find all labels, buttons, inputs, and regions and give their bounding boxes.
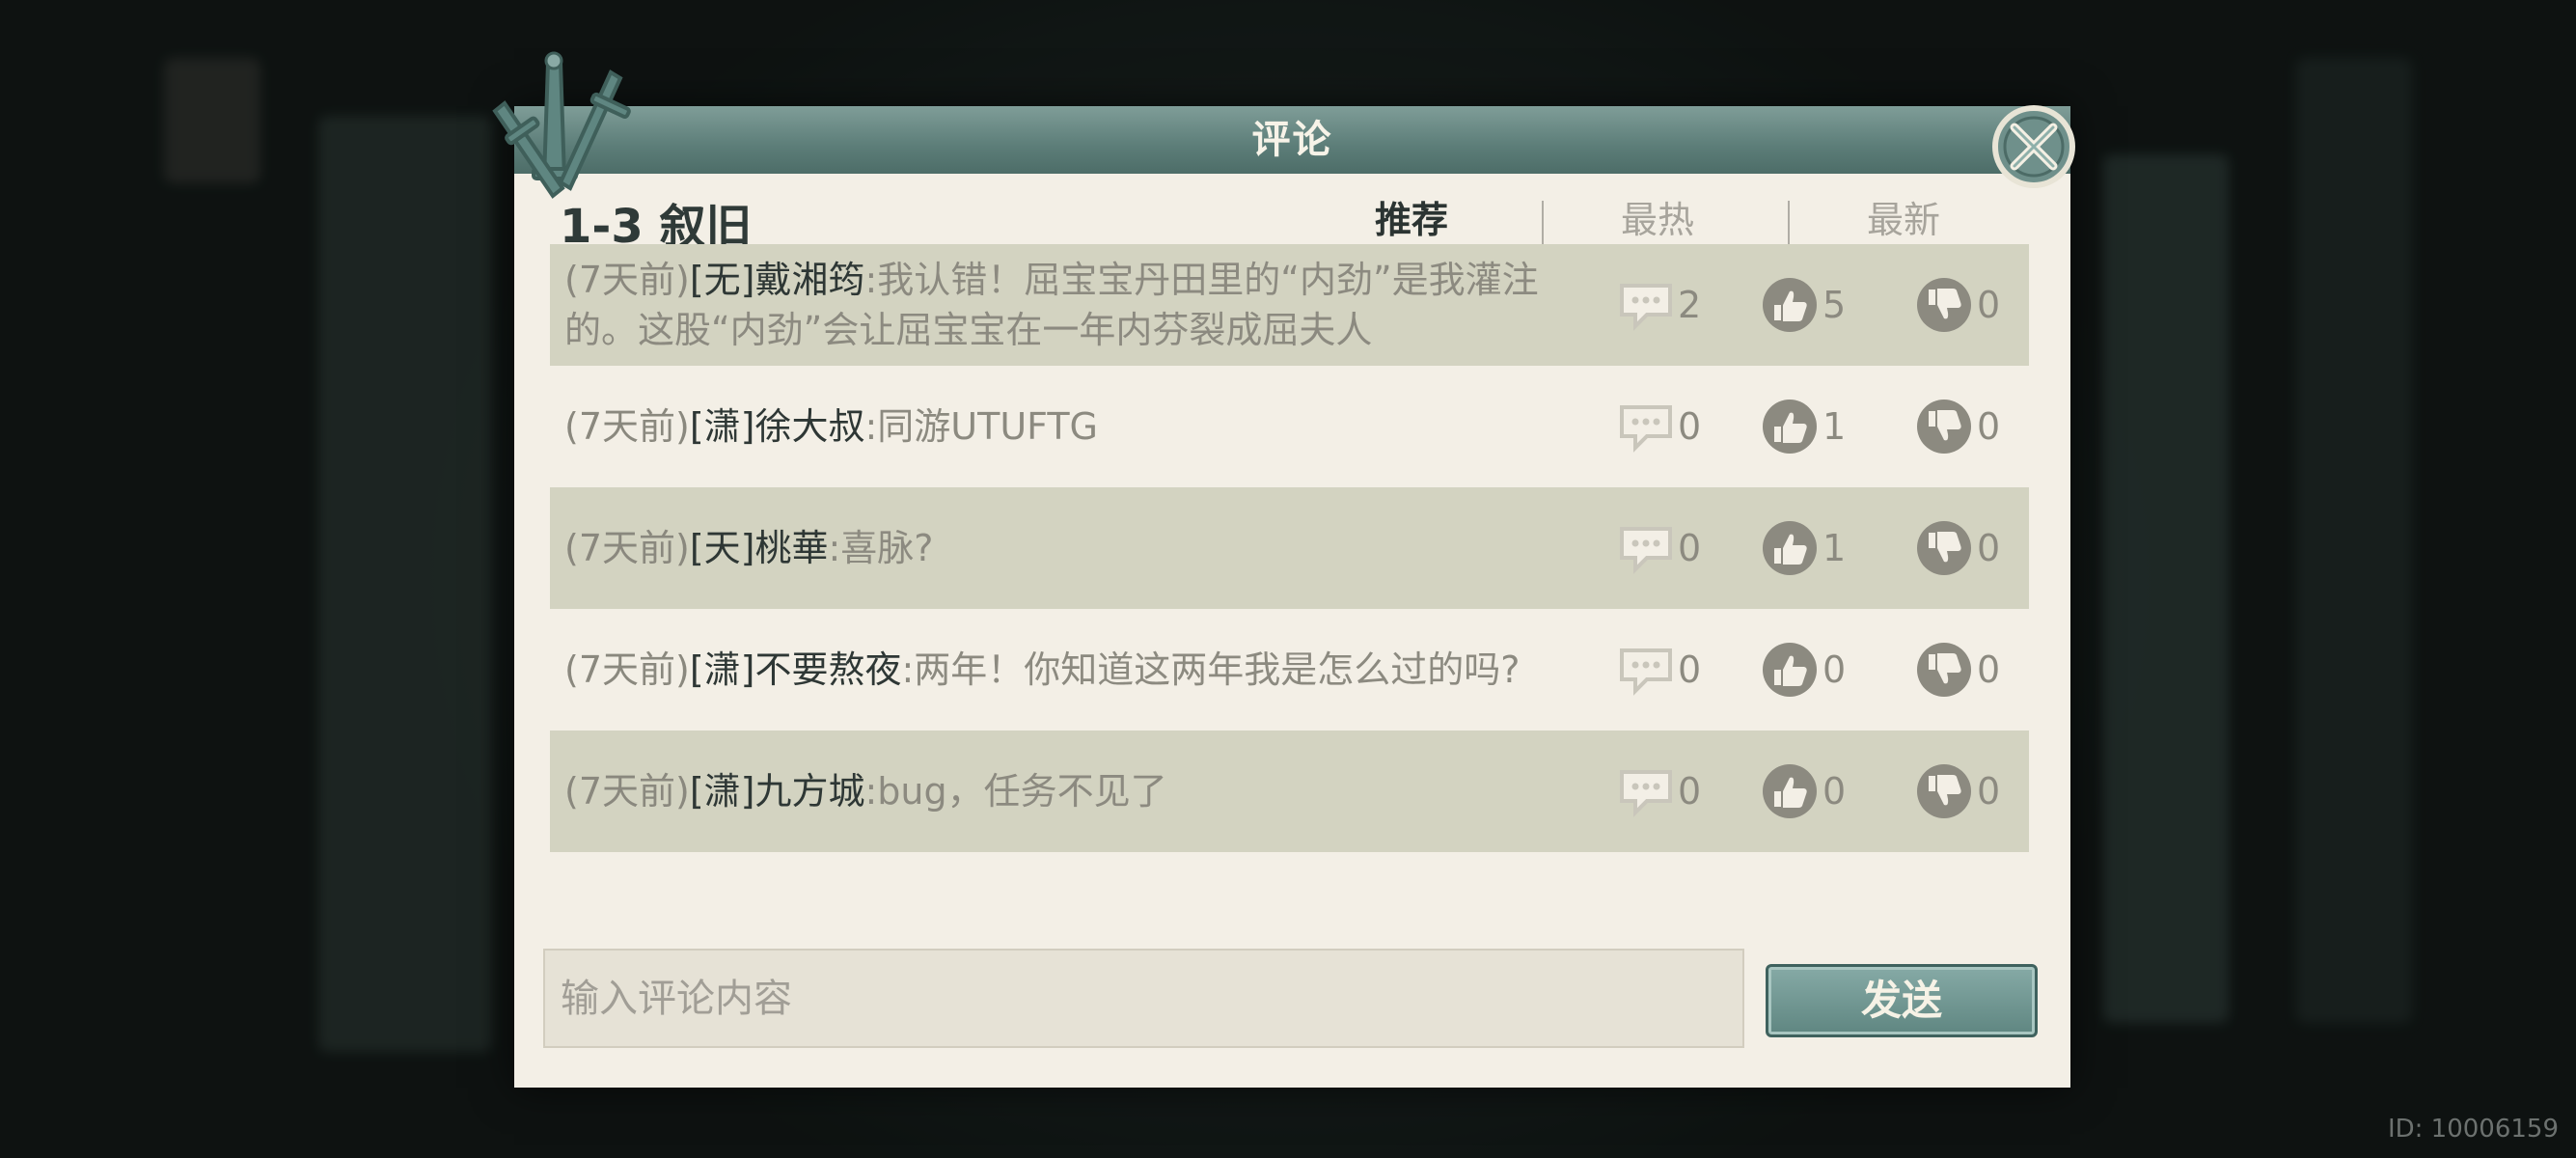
comment-row: (7天前)[天]桃華:喜脉? 0 1 0 [550,487,2029,609]
reply-button[interactable]: 0 [1616,519,1701,577]
dislike-button[interactable]: 0 [1915,641,2000,699]
comment-time: (7天前) [564,405,690,448]
like-button[interactable]: 1 [1761,398,1846,455]
speech-bubble-icon [1620,284,1672,331]
comment-time: (7天前) [564,648,690,691]
comment-user[interactable]: [潇]不要熬夜 [690,648,902,691]
comment-body: :喜脉? [828,527,934,569]
like-count: 1 [1822,527,1847,569]
reply-count: 0 [1678,648,1702,691]
speech-bubble-icon [1620,405,1672,453]
reply-count: 0 [1678,527,1702,569]
thumbs-down-icon [1917,278,1971,332]
thumbs-up-icon [1763,400,1817,454]
dialog-title: 评论 [1251,118,1333,162]
dislike-count: 0 [1977,770,2001,813]
like-button[interactable]: 0 [1761,762,1846,820]
close-x-icon[interactable] [1986,96,2082,193]
speech-bubble-icon [1620,527,1672,574]
comment-text: (7天前)[潇]九方城:bug，任务不见了 [564,731,1587,852]
dislike-count: 0 [1977,648,2001,691]
comment-text: (7天前)[潇]不要熬夜:两年！你知道这两年我是怎么过的吗? [564,609,1587,731]
thumbs-up-icon [1763,521,1817,575]
comment-row: (7天前)[无]戴湘筠:我认错！屈宝宝丹田里的“内劲”是我灌注的。这股“内劲”会… [550,244,2029,366]
comment-row: (7天前)[潇]九方城:bug，任务不见了 0 0 0 [550,731,2029,852]
thumbs-up-icon [1763,278,1817,332]
comment-time: (7天前) [564,770,690,813]
reply-button[interactable]: 0 [1616,398,1701,455]
comment-user[interactable]: [天]桃華 [690,527,829,569]
sort-tabs: 推荐 最热 最新 [1296,191,2039,249]
tab-recommended[interactable]: 推荐 [1296,191,1527,249]
like-count: 0 [1822,770,1847,813]
comment-list: (7天前)[无]戴湘筠:我认错！屈宝宝丹田里的“内劲”是我灌注的。这股“内劲”会… [550,244,2029,852]
reply-button[interactable]: 2 [1616,276,1701,334]
thumbs-up-icon [1763,764,1817,818]
thumbs-down-icon [1917,643,1971,697]
like-count: 1 [1822,405,1847,448]
dislike-count: 0 [1977,527,2001,569]
thumbs-down-icon [1917,764,1971,818]
comment-text: (7天前)[潇]徐大叔:同游UTUFTG [564,366,1587,487]
dislike-button[interactable]: 0 [1915,276,2000,334]
comment-text: (7天前)[天]桃華:喜脉? [564,487,1587,609]
comment-body: :bug，任务不见了 [864,770,1167,813]
thumbs-up-icon [1763,643,1817,697]
send-button[interactable]: 发送 [1766,964,2038,1037]
comment-row: (7天前)[潇]不要熬夜:两年！你知道这两年我是怎么过的吗? 0 0 0 [550,609,2029,731]
tab-newest[interactable]: 最新 [1788,191,2019,249]
dislike-button[interactable]: 0 [1915,398,2000,455]
reply-button[interactable]: 0 [1616,641,1701,699]
dislike-button[interactable]: 0 [1915,762,2000,820]
speech-bubble-icon [1620,648,1672,696]
comment-user[interactable]: [无]戴湘筠 [690,259,865,301]
dislike-count: 0 [1977,405,2001,448]
comment-time: (7天前) [564,259,690,301]
thumbs-down-icon [1917,400,1971,454]
like-button[interactable]: 1 [1761,519,1846,577]
comment-user[interactable]: [潇]徐大叔 [690,405,865,448]
tab-hottest[interactable]: 最热 [1542,191,1773,249]
comment-text: (7天前)[无]戴湘筠:我认错！屈宝宝丹田里的“内劲”是我灌注的。这股“内劲”会… [564,244,1587,366]
comment-time: (7天前) [564,527,690,569]
like-button[interactable]: 5 [1761,276,1846,334]
user-id-label: ID: 10006159 [2387,1115,2559,1144]
reply-count: 2 [1678,284,1702,326]
reply-button[interactable]: 0 [1616,762,1701,820]
comment-row: (7天前)[潇]徐大叔:同游UTUFTG 0 1 0 [550,366,2029,487]
reply-count: 0 [1678,770,1702,813]
comment-input[interactable] [543,949,1744,1048]
comment-user[interactable]: [潇]九方城 [690,770,865,813]
reply-count: 0 [1678,405,1702,448]
dislike-count: 0 [1977,284,2001,326]
comment-body: :两年！你知道这两年我是怎么过的吗? [901,648,1521,691]
like-count: 0 [1822,648,1847,691]
comment-body: :同游UTUFTG [864,405,1098,448]
like-button[interactable]: 0 [1761,641,1846,699]
like-count: 5 [1822,284,1847,326]
dislike-button[interactable]: 0 [1915,519,2000,577]
speech-bubble-icon [1620,770,1672,817]
comments-dialog: 评论 1-3 叙旧 推荐 最热 最新 (7天前)[无]戴湘筠:我认错！屈宝宝丹田… [492,51,2075,1088]
thumbs-down-icon [1917,521,1971,575]
